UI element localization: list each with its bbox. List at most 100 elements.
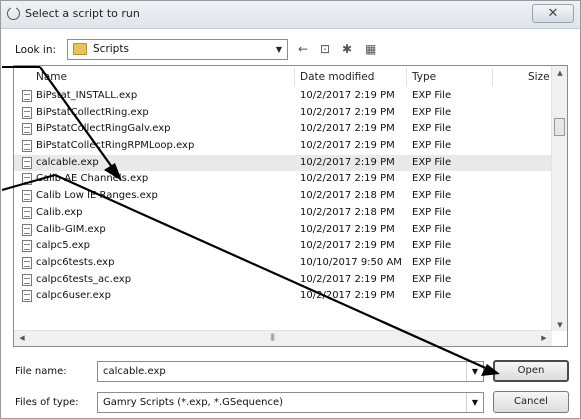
file-name: BiPstatCollectRing.exp	[36, 106, 149, 118]
file-row[interactable]: BiPstat_INSTALL.exp 10/2/2017 2:19 PM EXP …	[14, 88, 552, 105]
file-date: 10/2/2017 2:19 PM	[300, 290, 395, 302]
script-file-icon	[22, 290, 32, 303]
script-file-icon	[22, 240, 32, 253]
scroll-up-icon[interactable]: ▲	[552, 69, 567, 77]
file-row[interactable]: calpc6tests_ac.exp 10/2/2017 2:19 PM EXP F…	[14, 272, 552, 289]
script-file-icon	[22, 140, 32, 153]
close-button[interactable]: ✕	[532, 4, 574, 23]
file-name: Calib.exp	[36, 206, 83, 218]
file-row[interactable]: BiPstatCollectRing.exp 10/2/2017 2:19 PM E…	[14, 105, 552, 122]
chevron-down-icon[interactable]: ▼	[466, 362, 483, 381]
file-type: EXP File	[412, 123, 452, 135]
file-date: 10/2/2017 2:19 PM	[300, 90, 395, 101]
new-folder-icon[interactable]: ✱	[342, 40, 352, 58]
file-rows: BiPstat_INSTALL.exp 10/2/2017 2:19 PM EXP …	[14, 88, 552, 305]
script-file-icon	[22, 223, 32, 236]
script-file-icon	[22, 106, 32, 119]
column-header-name[interactable]: Name	[36, 71, 67, 83]
file-date: 10/2/2017 2:19 PM	[300, 123, 395, 135]
file-row[interactable]: calpc6user.exp 10/2/2017 2:19 PM EXP File	[14, 288, 552, 305]
file-date: 10/2/2017 2:19 PM	[300, 223, 395, 235]
file-date: 10/2/2017 2:18 PM	[300, 190, 395, 202]
file-name: BiPstat_INSTALL.exp	[36, 90, 138, 101]
file-type: EXP File	[412, 106, 452, 118]
chevron-down-icon[interactable]: ▼	[466, 393, 483, 412]
column-divider[interactable]	[492, 68, 493, 86]
script-file-icon	[22, 256, 32, 269]
file-date: 10/2/2017 2:19 PM	[300, 273, 395, 285]
files-of-type-label: Files of type:	[15, 397, 79, 408]
look-in-label: Look in:	[15, 44, 57, 56]
file-type: EXP File	[412, 190, 452, 202]
title-bar: Select a script to run ✕	[1, 1, 580, 29]
file-name-input[interactable]: calcable.exp ▼	[97, 361, 484, 382]
look-in-dropdown[interactable]: Scripts ▼	[67, 39, 288, 60]
file-type: EXP File	[412, 140, 452, 152]
list-header: Name Date modified Type Size	[14, 66, 552, 88]
script-file-icon	[22, 90, 32, 102]
column-divider[interactable]	[406, 68, 407, 86]
file-type-dropdown[interactable]: Gamry Scripts (*.exp, *.GSequence) ▼	[97, 392, 484, 413]
script-file-icon	[22, 190, 32, 203]
column-header-size[interactable]: Size	[528, 71, 550, 83]
scroll-grip-icon[interactable]: |||	[270, 333, 275, 341]
file-name: Calib AE Channels.exp	[36, 173, 149, 185]
look-in-value: Scripts	[93, 43, 129, 55]
file-row[interactable]: calpc5.exp 10/2/2017 2:19 PM EXP File	[14, 238, 552, 255]
file-date: 10/2/2017 2:19 PM	[300, 156, 395, 168]
open-button[interactable]: Open	[493, 360, 569, 382]
file-type: EXP File	[412, 273, 452, 285]
script-file-icon	[22, 156, 32, 169]
horizontal-scrollbar[interactable]: ◀ ||| ▶	[14, 330, 552, 346]
folder-icon	[73, 43, 87, 55]
up-folder-icon[interactable]: ⊡	[320, 40, 330, 58]
column-divider[interactable]	[294, 68, 295, 86]
file-row[interactable]: Calib-GIM.exp 10/2/2017 2:19 PM EXP File	[14, 222, 552, 239]
dialog-title: Select a script to run	[25, 7, 140, 20]
cancel-button[interactable]: Cancel	[493, 391, 569, 413]
file-name: calpc6tests_ac.exp	[36, 273, 132, 285]
file-date: 10/2/2017 2:19 PM	[300, 140, 395, 152]
file-type: EXP File	[412, 240, 452, 252]
scroll-left-icon[interactable]: ◀	[14, 334, 30, 342]
script-file-icon	[22, 123, 32, 136]
power-icon	[7, 5, 20, 20]
file-list: Name Date modified Type Size BiPstat_INS…	[13, 65, 568, 347]
file-row[interactable]: Calib.exp 10/2/2017 2:18 PM EXP File	[14, 205, 552, 222]
file-type: EXP File	[412, 156, 452, 168]
file-date: 10/2/2017 2:18 PM	[300, 206, 395, 218]
file-name: calpc6tests.exp	[36, 256, 115, 268]
file-type: EXP File	[412, 90, 452, 101]
file-type: EXP File	[412, 223, 452, 235]
script-file-icon	[22, 273, 32, 286]
file-type-value: Gamry Scripts (*.exp, *.GSequence)	[103, 397, 284, 408]
file-type: EXP File	[412, 290, 452, 302]
file-date: 10/10/2017 9:50 AM	[300, 256, 402, 268]
file-type: EXP File	[412, 173, 452, 185]
chevron-down-icon[interactable]: ▼	[271, 40, 287, 59]
scroll-right-icon[interactable]: ▶	[536, 334, 552, 342]
open-file-dialog: Select a script to run ✕ Look in: Script…	[0, 0, 581, 419]
back-icon[interactable]: ←	[298, 40, 308, 58]
file-type: EXP File	[412, 206, 452, 218]
file-row-selected[interactable]: calcable.exp 10/2/2017 2:19 PM EXP File	[14, 154, 552, 172]
file-name: calpc6user.exp	[36, 290, 111, 302]
column-header-type[interactable]: Type	[412, 71, 436, 83]
file-row[interactable]: Calib AE Channels.exp 10/2/2017 2:19 PM EX…	[14, 171, 552, 188]
file-row[interactable]: calpc6tests.exp 10/10/2017 9:50 AM EXP Fil…	[14, 255, 552, 272]
vertical-scrollbar[interactable]: ▲ ▼	[551, 66, 567, 331]
file-date: 10/2/2017 2:19 PM	[300, 173, 395, 185]
file-name: Calib-GIM.exp	[36, 223, 106, 235]
file-row[interactable]: BiPstatCollectRingRPMLoop.exp 10/2/2017 2…	[14, 138, 552, 155]
vertical-scroll-thumb[interactable]	[554, 118, 565, 136]
file-name-value: calcable.exp	[103, 366, 166, 377]
file-name: Calib Low IE Ranges.exp	[36, 190, 158, 202]
file-row[interactable]: BiPstatCollectRingGalv.exp 10/2/2017 2:19…	[14, 121, 552, 138]
views-menu-icon[interactable]: ▦	[365, 40, 376, 58]
script-file-icon	[22, 173, 32, 186]
scroll-down-icon[interactable]: ▼	[552, 321, 567, 329]
script-file-icon	[22, 206, 32, 219]
column-header-date[interactable]: Date modified	[300, 71, 374, 83]
file-name-label: File name:	[15, 366, 67, 377]
file-row[interactable]: Calib Low IE Ranges.exp 10/2/2017 2:18 PM…	[14, 188, 552, 205]
